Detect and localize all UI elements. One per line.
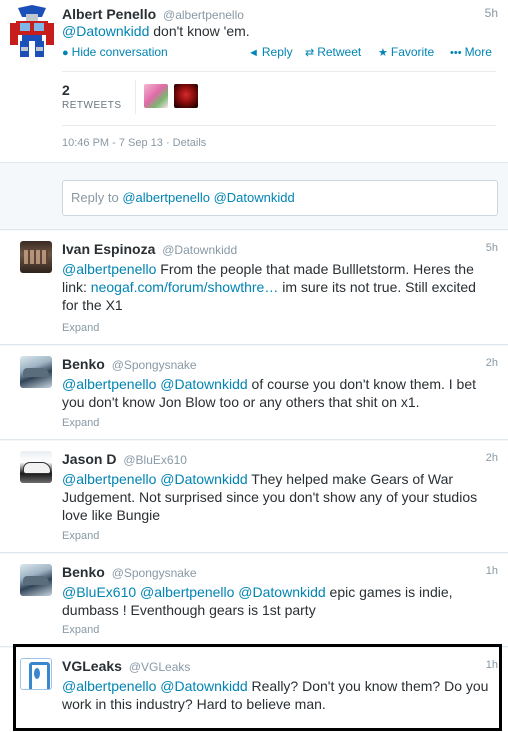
tweet-text: @BluEx610 @albertpenello @Datownkidd epi… [62,583,496,619]
tweet-time[interactable]: 5h [485,6,498,20]
reply-mentions: @albertpenello @Datownkidd [122,190,295,205]
tweet-text-body: don't know 'em. [149,23,250,39]
expand-link[interactable]: Expand [62,624,99,636]
reply-icon: ◄ [248,47,259,59]
reply-label: Reply [261,45,293,59]
reply-placeholder: Reply to [71,190,123,205]
expand-link[interactable]: Expand [62,417,99,429]
retweet-icon: ⇄ [305,47,315,59]
avatar[interactable] [20,356,52,388]
more-dots-icon: ••• [450,47,462,59]
mention-link[interactable]: @albertpenello [62,261,156,277]
avatar[interactable] [20,241,52,273]
author-name[interactable]: Albert Penello [62,6,156,22]
avatar[interactable] [20,658,52,690]
tweet-time[interactable]: 2h [486,452,498,464]
reply-tweet[interactable]: Jason D @BluEx610 2h @albertpenello @Dat… [0,441,508,553]
favorite-button[interactable]: ★ Favorite [378,45,434,59]
retweet-count[interactable]: 2 [62,82,70,98]
tweet-time[interactable]: 5h [486,242,498,254]
tweet-time[interactable]: 1h [486,659,498,671]
more-button[interactable]: ••• More [450,45,492,59]
author-handle[interactable]: @Datownkidd [162,243,237,257]
avatar-albert-penello[interactable] [8,5,56,57]
tweet-text: @albertpenello From the people that made… [62,260,496,314]
tweet-time[interactable]: 2h [486,357,498,369]
reply-header: VGLeaks @VGLeaks 1h [62,658,498,676]
author-handle[interactable]: @Spongysnake [112,358,197,372]
reply-header: Jason D @BluEx610 2h [62,451,498,469]
reply-tweet[interactable]: VGLeaks @VGLeaks 1h @albertpenello @Dato… [0,648,508,732]
mention-link[interactable]: @albertpenello @Datownkidd [62,376,248,392]
mention-link[interactable]: @albertpenello @Datownkidd [62,471,248,487]
reply-tweet[interactable]: Benko @Spongysnake 2h @albertpenello @Da… [0,346,508,440]
tweet-text: @Datownkidd don't know 'em. [62,23,250,39]
tweet-actions: ● Hide conversation ◄ Reply ⇄ Retweet ★ Favo… [62,45,496,61]
mention-link[interactable]: @BluEx610 @albertpenello @Datownkidd [62,584,326,600]
author-name[interactable]: VGLeaks [62,658,122,674]
author-handle[interactable]: @BluEx610 [123,453,187,467]
reply-button[interactable]: ◄ Reply [248,45,293,59]
bullet-icon: ● [62,47,69,59]
author-name[interactable]: Benko [62,356,105,372]
more-label: More [464,45,492,59]
reply-header: Benko @Spongysnake 2h [62,356,498,374]
divider [62,125,496,126]
author-name[interactable]: Benko [62,564,105,580]
expand-link[interactable]: Expand [62,322,99,334]
favorite-label: Favorite [390,45,435,59]
url-link[interactable]: neogaf.com/forum/showthre… [91,279,279,295]
retweeter-avatar[interactable] [144,84,168,108]
tweet-text: @albertpenello @Datownkidd Really? Don't… [62,677,496,713]
expand-link[interactable]: Expand [62,530,99,542]
retweet-count-label: RETWEETS [62,100,122,111]
stats-separator [135,80,136,114]
star-icon: ★ [378,47,388,59]
retweet-button[interactable]: ⇄ Retweet [305,45,361,59]
main-tweet: Albert Penello @albertpenello 5h @Datown… [0,0,508,163]
avatar[interactable] [20,564,52,596]
tweet-time[interactable]: 1h [486,565,498,577]
retweet-label: Retweet [317,45,362,59]
mention-link[interactable]: @Datownkidd [62,23,149,39]
reply-tweet[interactable]: Benko @Spongysnake 1h @BluEx610 @albertp… [0,554,508,647]
avatar[interactable] [20,451,52,483]
tweet-text: @albertpenello @Datownkidd They helped m… [62,470,496,524]
main-tweet-header: Albert Penello @albertpenello 5h [62,6,498,24]
tweet-text: @albertpenello @Datownkidd of course you… [62,375,496,411]
author-name[interactable]: Ivan Espinoza [62,241,155,257]
reply-area: Reply to @albertpenello @Datownkidd [0,164,508,230]
tweet-timestamp[interactable]: 10:46 PM - 7 Sep 13 · Details [62,137,206,149]
retweeter-avatar[interactable] [174,84,198,108]
reply-input[interactable]: Reply to @albertpenello @Datownkidd [62,180,498,216]
author-name[interactable]: Jason D [62,451,116,467]
reply-header: Ivan Espinoza @Datownkidd 5h [62,241,498,259]
hide-conversation-label: Hide conversation [71,45,168,59]
divider [62,71,496,72]
author-handle[interactable]: @albertpenello [163,8,244,22]
author-handle[interactable]: @VGLeaks [129,660,191,674]
reply-header: Benko @Spongysnake 1h [62,564,498,582]
reply-tweet[interactable]: Ivan Espinoza @Datownkidd 5h @albertpene… [0,231,508,345]
hide-conversation-link[interactable]: ● Hide conversation [62,45,168,59]
author-handle[interactable]: @Spongysnake [112,566,197,580]
mention-link[interactable]: @albertpenello @Datownkidd [62,678,248,694]
